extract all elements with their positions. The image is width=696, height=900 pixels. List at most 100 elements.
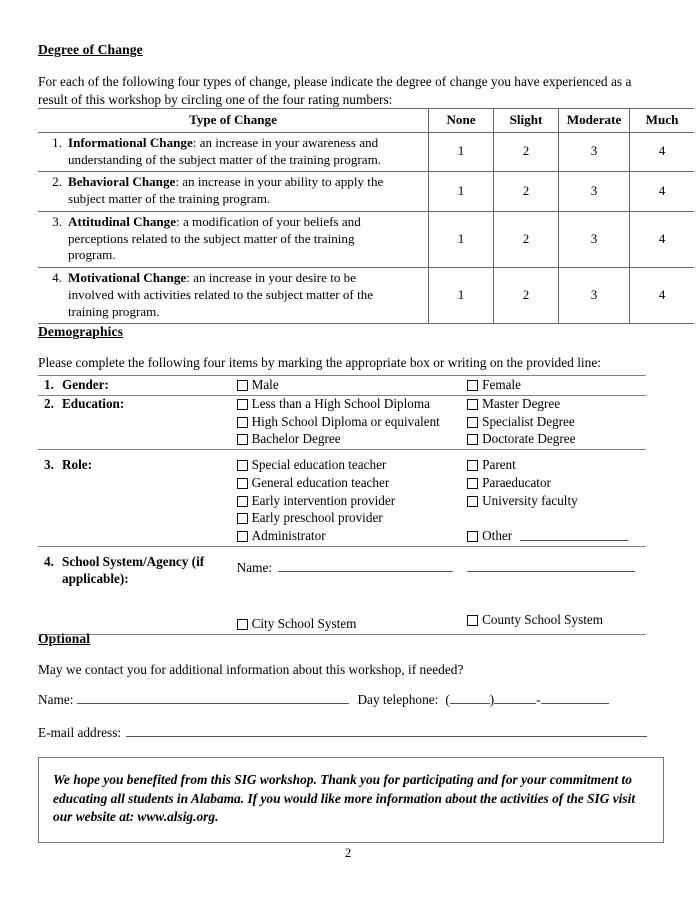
checkbox-icon[interactable] [236,619,248,631]
checkbox-icon[interactable] [467,460,479,472]
item-number: 4. [44,554,54,570]
checkbox-option-city-school-system[interactable]: City School System [236,616,468,634]
change-type-name: Informational Change [68,134,193,150]
checkbox-option-special-education-teacher[interactable]: Special education teacher [236,457,468,475]
degree-of-change-heading: Degree of Change [38,42,143,57]
telephone-area-code-input-line[interactable] [449,690,490,704]
checkbox-option-male[interactable]: Male [236,377,468,395]
other-role-input-line[interactable] [520,528,629,542]
checkbox-option-specialist-degree[interactable]: Specialist Degree [467,414,646,432]
optional-email-input-line[interactable] [126,723,648,737]
checkbox-option-master-degree[interactable]: Master Degree [467,396,646,414]
option-label: Special education teacher [251,457,387,473]
checkbox-option-female[interactable]: Female [467,377,646,395]
checkbox-option-doctorate-degree[interactable]: Doctorate Degree [467,431,646,449]
optional-name-input-line[interactable] [77,690,350,704]
checkbox-icon[interactable] [467,416,479,428]
option-label: City School System [251,616,357,632]
checkbox-icon[interactable] [467,398,479,410]
option-label: Specialist Degree [482,413,575,429]
telephone-number-input-line[interactable] [540,690,609,704]
rating-option-none[interactable]: 1 [428,131,494,173]
checkbox-icon[interactable] [467,434,479,446]
degree-of-change-table: Type of Change None Slight Moderate Much… [38,108,694,325]
school-system-name-cell: Name: City School System [236,546,468,635]
checkbox-option-less-than-high-school[interactable]: Less than a High School Diploma [236,396,468,414]
rating-option-slight[interactable]: 2 [493,171,559,212]
option-label: Master Degree [482,395,561,411]
school-system-name-input-line-ext[interactable] [467,558,636,573]
rating-option-slight[interactable]: 2 [493,131,559,173]
checkbox-icon[interactable] [236,434,248,446]
checkbox-option-other-role[interactable]: Other [467,528,646,546]
checkbox-option-high-school-diploma[interactable]: High School Diploma or equivalent [236,414,468,432]
name-field-label: Name: [236,560,273,576]
checkbox-icon[interactable] [236,398,248,410]
checkbox-option-general-education-teacher[interactable]: General education teacher [236,475,468,493]
rating-option-moderate[interactable]: 3 [558,131,630,173]
checkbox-icon[interactable] [467,495,479,507]
row-description: Informational Change: an increase in you… [68,135,404,169]
rating-option-none[interactable]: 1 [428,210,494,269]
checkbox-icon[interactable] [467,615,479,627]
rating-option-much[interactable]: 4 [629,131,694,173]
telephone-prefix-input-line[interactable] [494,690,537,704]
checkbox-icon[interactable] [236,495,248,507]
option-label: Paraeducator [482,474,551,490]
checkbox-option-early-intervention-provider[interactable]: Early intervention provider [236,493,468,511]
checkbox-option-county-school-system[interactable]: County School System [467,612,646,630]
rating-option-much[interactable]: 4 [629,266,694,325]
checkbox-option-administrator[interactable]: Administrator [236,528,468,546]
row-number: 2. [52,174,62,190]
checkbox-icon[interactable] [236,477,248,489]
rating-option-much[interactable]: 4 [629,171,694,212]
checkbox-icon[interactable] [236,380,248,391]
role-options-left: Special education teacher General educat… [236,449,468,548]
checkbox-icon[interactable] [467,477,479,489]
optional-heading: Optional [38,631,91,646]
checkbox-option-parent[interactable]: Parent [467,457,646,475]
item-label-role: 3. Role: [38,449,237,548]
change-type-cell: 3. Attitudinal Change: a modification of … [38,210,429,269]
option-label: County School System [482,612,604,628]
checkbox-icon[interactable] [467,531,479,543]
rating-option-none[interactable]: 1 [428,266,494,325]
table-row: 2. Behavioral Change: an increase in your… [38,171,694,212]
table-row: 4. Motivational Change: an increase in yo… [38,266,694,325]
column-header-much: Much [629,108,694,133]
checkbox-option-university-faculty[interactable]: University faculty [467,493,646,511]
item-label-text: Gender: [62,377,109,392]
optional-name-row: Name: Day telephone: ( ) - [38,690,609,708]
checkbox-option-early-preschool-provider[interactable]: Early preschool provider [236,510,468,528]
degree-of-change-intro: For each of the following four types of … [38,74,632,108]
checkbox-option-paraeducator[interactable]: Paraeducator [467,475,646,493]
checkbox-icon[interactable] [236,460,248,472]
school-system-name-input-line[interactable] [278,558,454,573]
rating-option-slight[interactable]: 2 [493,210,559,269]
checkbox-icon[interactable] [236,416,248,428]
option-label: Male [251,377,279,392]
item-number: 2. [44,395,54,411]
checkbox-icon[interactable] [236,513,248,525]
change-type-name: Motivational Change [68,270,187,285]
item-label-text: Role: [62,457,93,473]
rating-option-moderate[interactable]: 3 [558,266,630,325]
table-row: 3. Attitudinal Change: a modification of … [38,210,694,269]
checkbox-icon[interactable] [236,531,248,543]
rating-option-much[interactable]: 4 [629,210,694,269]
checkbox-icon[interactable] [467,380,479,391]
column-header-moderate: Moderate [558,108,630,133]
option-label: Parent [482,457,516,473]
demographics-intro: Please complete the following four items… [38,354,646,377]
change-type-name: Behavioral Change [68,174,176,190]
rating-option-slight[interactable]: 2 [493,266,559,325]
row-description: Attitudinal Change: a modification of yo… [68,214,404,264]
rating-option-moderate[interactable]: 3 [558,171,630,212]
demographics-heading: Demographics [38,324,124,339]
email-field-label: E-mail address: [38,725,122,740]
rating-option-none[interactable]: 1 [428,171,494,212]
change-type-name: Attitudinal Change [68,213,177,229]
checkbox-option-bachelor-degree[interactable]: Bachelor Degree [236,431,468,449]
item-number: 1. [44,377,54,392]
rating-option-moderate[interactable]: 3 [558,210,630,269]
